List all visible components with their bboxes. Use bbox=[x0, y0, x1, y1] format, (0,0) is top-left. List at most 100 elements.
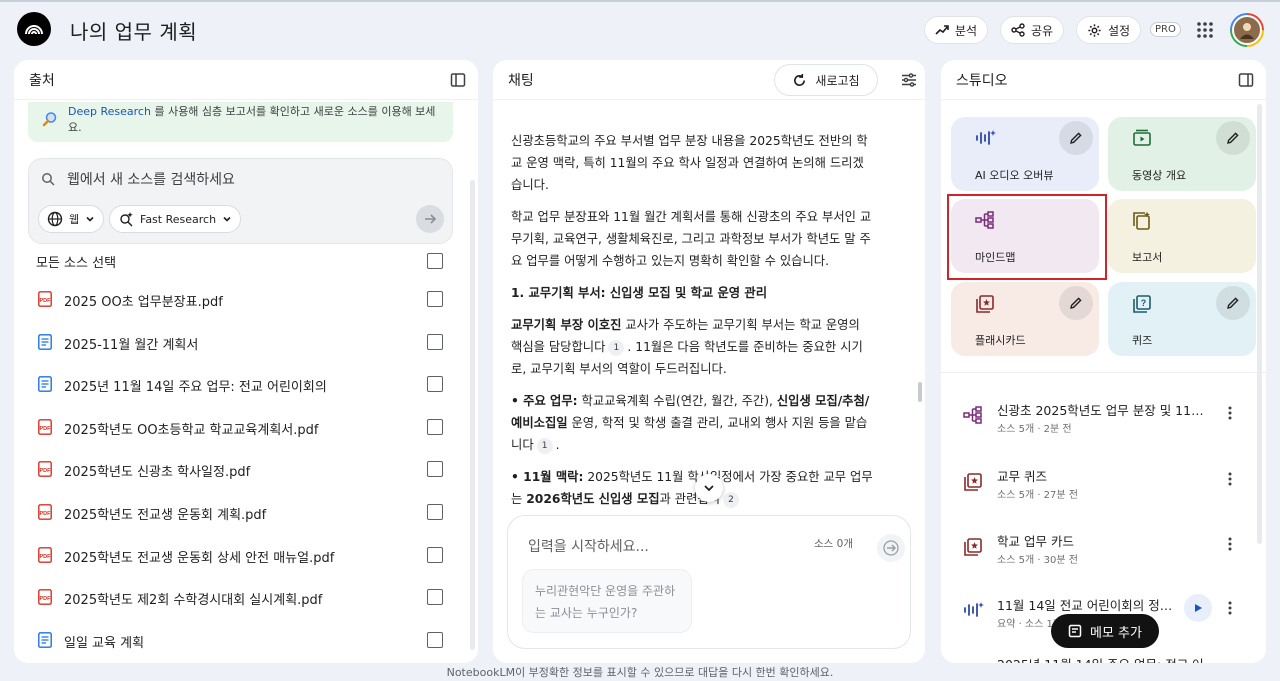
deep-research-link[interactable]: Deep Research bbox=[68, 105, 151, 118]
citation-chip[interactable]: 2 bbox=[723, 491, 740, 508]
flashcard-icon bbox=[963, 537, 983, 557]
doc-icon bbox=[38, 333, 52, 350]
edit-pencil-icon[interactable] bbox=[1059, 286, 1093, 320]
send-button[interactable] bbox=[877, 534, 905, 562]
source-item[interactable]: PDF 2025학년도 신광초 학사일정.pdf bbox=[14, 448, 478, 491]
response-heading: 1. 교무기획 부서: 신입생 모집 및 학교 운영 관리 bbox=[511, 286, 768, 300]
magnifier-icon bbox=[42, 111, 58, 127]
source-item[interactable]: PDF 2025학년도 제2회 수학경시대회 실시계획.pdf bbox=[14, 576, 478, 619]
pdf-icon: PDF bbox=[38, 291, 52, 307]
edit-pencil-icon[interactable] bbox=[1216, 121, 1250, 155]
collapse-panel-icon[interactable] bbox=[450, 72, 466, 88]
more-vert-icon[interactable] bbox=[1228, 601, 1232, 615]
submit-search-button[interactable] bbox=[416, 205, 444, 233]
share-label: 공유 bbox=[1031, 23, 1054, 38]
suggested-question[interactable]: 누리관현악단 운영을 주관하는 교사는 누구인가? bbox=[522, 569, 692, 633]
notebooklm-logo-icon[interactable] bbox=[17, 12, 51, 46]
source-checkbox[interactable] bbox=[427, 589, 443, 606]
tile-label: 보고서 bbox=[1132, 251, 1163, 264]
source-checkbox[interactable] bbox=[427, 461, 443, 478]
add-note-label: 메모 추가 bbox=[1090, 625, 1142, 641]
source-checkbox[interactable] bbox=[427, 291, 443, 307]
flashcard-tile[interactable]: 플래시카드 bbox=[951, 282, 1099, 356]
refresh-button[interactable]: 새로고침 bbox=[774, 64, 878, 96]
source-name: 2025학년도 제2회 수학경시대회 실시계획.pdf bbox=[64, 593, 323, 609]
chat-panel: 채팅 새로고침 신광초등학교의 주요 부서별 업무 분장 내용을 2025학년도… bbox=[493, 60, 925, 663]
analyze-button[interactable]: 분석 bbox=[924, 16, 989, 44]
pro-badge: PRO bbox=[1150, 22, 1181, 37]
edit-pencil-icon[interactable] bbox=[1216, 286, 1250, 320]
scroll-to-bottom-button[interactable] bbox=[695, 474, 723, 502]
settings-button[interactable]: 설정 bbox=[1076, 16, 1142, 44]
video-overview-tile[interactable]: 동영상 개요 bbox=[1108, 117, 1256, 191]
source-item[interactable]: PDF 2025학년도 OO초등학교 학교교육계획서.pdf bbox=[14, 406, 478, 449]
tune-icon[interactable] bbox=[901, 72, 917, 88]
more-vert-icon[interactable] bbox=[1228, 537, 1232, 551]
note-item[interactable]: 2025년 11월 14일 주요 업무: 전교 어 bbox=[941, 650, 1259, 663]
response-paragraph: 학교 업무 분장표와 11월 월간 계획서를 통해 신광초의 주요 부서인 교무… bbox=[511, 210, 872, 268]
search-input[interactable]: 웹에서 새 소스를 검색하세요 bbox=[67, 169, 235, 189]
research-mode-dropdown[interactable]: Fast Research bbox=[109, 205, 242, 233]
pdf-icon: PDF bbox=[38, 461, 52, 478]
source-item[interactable]: 2025년 11월 14일 주요 업무: 전교 어린이회의 bbox=[14, 363, 478, 406]
globe-icon bbox=[47, 211, 63, 227]
source-checkbox[interactable] bbox=[427, 418, 443, 435]
source-item[interactable]: 2025-11월 월간 계획서 bbox=[14, 321, 478, 364]
notebook-title[interactable]: 나의 업무 계획 bbox=[70, 16, 197, 45]
more-vert-icon[interactable] bbox=[1228, 472, 1232, 486]
tile-label: 플래시카드 bbox=[975, 334, 1026, 347]
source-name: 일일 교육 계획 bbox=[64, 635, 145, 651]
source-checkbox[interactable] bbox=[427, 376, 443, 393]
edit-pencil-icon[interactable] bbox=[1059, 121, 1093, 155]
note-title: 신광초 2025학년도 업무 분장 및 11월 주요 업무 bbox=[997, 403, 1209, 418]
chat-response: 신광초등학교의 주요 부서별 업무 분장 내용을 2025학년도 전반의 학교 … bbox=[511, 130, 873, 520]
flashcard-icon bbox=[975, 294, 995, 314]
source-item[interactable]: PDF 2025 OO초 업무분장표.pdf bbox=[14, 278, 478, 321]
source-checkbox[interactable] bbox=[427, 333, 443, 350]
source-checkbox[interactable] bbox=[427, 503, 443, 520]
svg-text:PDF: PDF bbox=[40, 511, 52, 517]
arrow-right-icon bbox=[883, 540, 899, 556]
collapse-panel-icon[interactable] bbox=[1238, 72, 1254, 88]
quiz-tile[interactable]: ? 퀴즈 bbox=[1108, 282, 1256, 356]
report-tile[interactable]: 보고서 bbox=[1108, 199, 1256, 273]
response-bullet: • 11월 맥락: 2025학년도 11월 학사일정에서 가장 중요한 교무 업… bbox=[511, 470, 873, 508]
note-item[interactable]: 교무 퀴즈 소스 5개 · 27분 전 bbox=[941, 462, 1259, 526]
chat-input[interactable]: 입력을 시작하세요... bbox=[528, 536, 649, 556]
apps-grid-icon[interactable] bbox=[1196, 21, 1214, 39]
play-icon bbox=[1195, 604, 1202, 612]
source-name: 2025-11월 월간 계획서 bbox=[64, 337, 199, 353]
note-title: 11월 14일 전교 어린이회의 정지... bbox=[997, 598, 1177, 613]
note-item[interactable]: 신광초 2025학년도 업무 분장 및 11월 주요 업무 소스 5개 · 2분… bbox=[941, 396, 1259, 460]
sources-scrollbar[interactable] bbox=[470, 180, 475, 650]
source-item[interactable]: 일일 교육 계획 bbox=[14, 619, 478, 662]
source-name: 2025학년도 OO초등학교 학교교육계획서.pdf bbox=[64, 422, 319, 438]
pdf-icon: PDF bbox=[38, 589, 52, 606]
source-item[interactable]: PDF 2025학년도 전교생 운동회 계획.pdf bbox=[14, 491, 478, 534]
more-vert-icon[interactable] bbox=[1228, 406, 1232, 420]
chat-scrollbar[interactable] bbox=[918, 382, 922, 402]
add-note-button[interactable]: 메모 추가 bbox=[1051, 614, 1159, 648]
source-checkbox[interactable] bbox=[427, 631, 443, 648]
select-all-label: 모든 소스 선택 bbox=[36, 256, 117, 271]
audio-overview-tile[interactable]: AI 오디오 오버뷰 bbox=[951, 117, 1099, 191]
source-count: 소스 0개 bbox=[814, 538, 853, 550]
note-title: 학교 업무 카드 bbox=[997, 534, 1074, 549]
note-item[interactable]: 학교 업무 카드 소스 5개 · 30분 전 bbox=[941, 527, 1259, 591]
avatar[interactable] bbox=[1230, 13, 1264, 47]
sources-title: 출처 bbox=[29, 72, 55, 89]
web-filter-dropdown[interactable]: 웹 bbox=[38, 205, 105, 233]
source-checkbox[interactable] bbox=[427, 546, 443, 563]
share-button[interactable]: 공유 bbox=[1000, 16, 1065, 44]
mindmap-icon bbox=[963, 406, 983, 424]
play-button[interactable] bbox=[1184, 594, 1212, 622]
studio-scrollbar[interactable] bbox=[1257, 104, 1262, 544]
quiz-icon: ? bbox=[1132, 294, 1152, 314]
citation-chip[interactable]: 1 bbox=[608, 339, 625, 356]
sources-header: 출처 bbox=[14, 60, 478, 100]
select-all-checkbox[interactable] bbox=[427, 253, 443, 269]
user-photo-icon bbox=[1232, 15, 1262, 45]
citation-chip[interactable]: 1 bbox=[536, 437, 553, 454]
source-item[interactable]: PDF 2025학년도 전교생 운동회 상세 안전 매뉴얼.pdf bbox=[14, 534, 478, 577]
top-bar: 나의 업무 계획 분석 공유 설정 PRO bbox=[0, 2, 1280, 58]
